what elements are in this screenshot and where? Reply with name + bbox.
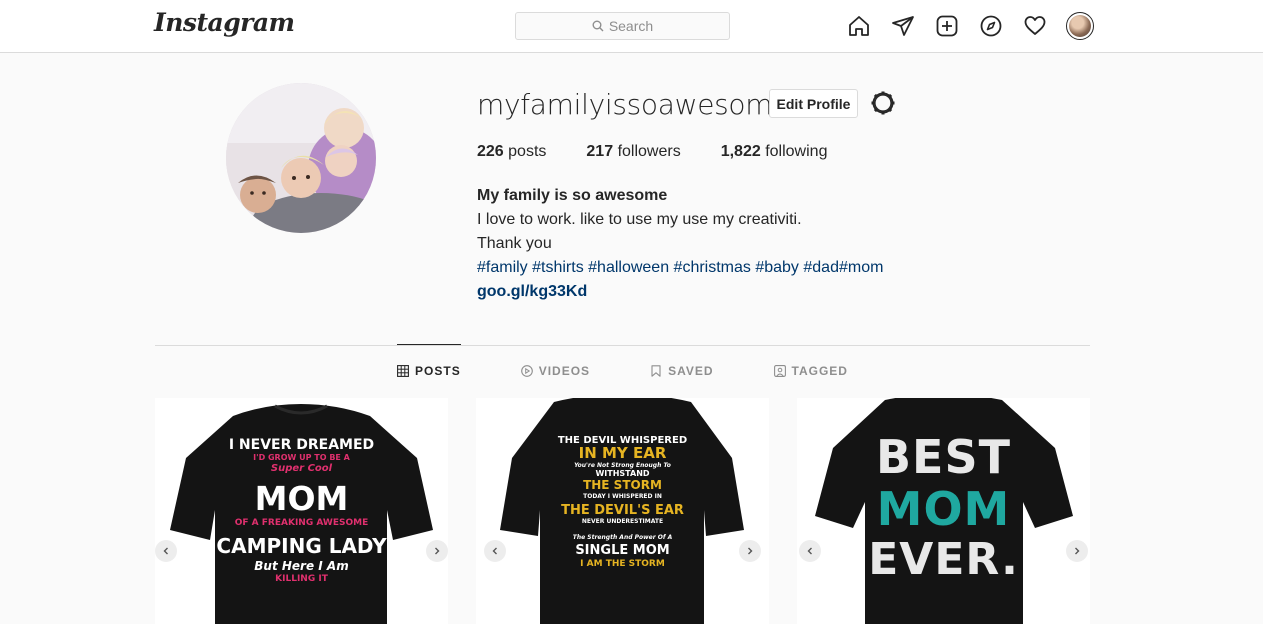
home-button[interactable] (846, 13, 872, 39)
top-navigation-bar: Instagram Search (0, 0, 1263, 53)
bio-website-link[interactable]: goo.gl/kg33Kd (477, 280, 883, 304)
tab-tagged[interactable]: TAGGED (773, 344, 848, 397)
shirt-text-line: MOM (254, 479, 349, 518)
tab-tagged-label: TAGGED (791, 364, 848, 378)
paper-plane-icon (892, 16, 914, 36)
search-icon (592, 20, 604, 32)
nav-icons (846, 12, 1094, 40)
shirt-text-line: I NEVER DREAMED (228, 437, 375, 453)
shirt-text-line: THE DEVIL'S EAR (561, 503, 684, 518)
shirt-text-line: THE STORM (583, 478, 662, 492)
shirt-text-line: MOM (876, 482, 1011, 536)
bio-full-name: My family is so awesome (477, 187, 668, 204)
settings-gear-icon[interactable] (870, 90, 896, 116)
search-placeholder: Search (608, 18, 654, 34)
carousel-next-button[interactable] (1066, 540, 1088, 562)
profile-photo[interactable] (226, 83, 376, 233)
posts-count-label: posts (508, 143, 547, 160)
bio-hashtags[interactable]: #family #tshirts #halloween #christmas #… (477, 256, 883, 280)
chevron-left-icon (492, 547, 497, 555)
direct-messages-button[interactable] (890, 13, 916, 39)
posts-count-number: 226 (477, 143, 504, 160)
chevron-right-icon (748, 547, 753, 555)
following-link[interactable]: 1,822 following (721, 143, 828, 161)
tab-videos[interactable]: VIDEOS (520, 344, 591, 397)
chevron-left-icon (163, 547, 168, 555)
shirt-text-line: IN MY EAR (578, 444, 667, 462)
compass-icon (980, 15, 1002, 37)
shirt-text-line: I AM THE STORM (580, 559, 665, 569)
carousel-prev-button[interactable] (155, 540, 177, 562)
followers-count-label: followers (617, 143, 681, 160)
tab-videos-label: VIDEOS (538, 364, 591, 378)
following-count-label: following (765, 143, 828, 160)
carousel-next-button[interactable] (739, 540, 761, 562)
shirt-text-line: SINGLE MOM (575, 543, 670, 558)
home-icon (849, 16, 869, 36)
profile-stats: 226 posts 217 followers 1,822 following (477, 143, 827, 161)
profile-username: myfamilyissoawesome7 (477, 88, 807, 121)
tab-posts-label: POSTS (415, 364, 461, 378)
bio-line-1: I love to work. like to use my use my cr… (477, 211, 802, 228)
shirt-text-line: NEVER UNDERESTIMATE (581, 518, 664, 525)
carousel-next-button[interactable] (426, 540, 448, 562)
explore-button[interactable] (978, 13, 1004, 39)
profile-avatar-button[interactable] (1066, 12, 1094, 40)
shirt-text-line: But Here I Am (254, 559, 349, 573)
tab-posts[interactable]: POSTS (397, 344, 461, 397)
avatar (1069, 15, 1091, 37)
new-post-button[interactable] (934, 13, 960, 39)
tagged-icon (773, 365, 786, 377)
activity-button[interactable] (1022, 13, 1048, 39)
plus-square-icon (936, 15, 958, 37)
shirt-text-line: I'D GROW UP TO BE A (253, 453, 350, 462)
posts-count: 226 posts (477, 143, 546, 161)
play-icon (520, 365, 533, 377)
shirt-text-line: TODAY I WHISPERED IN (583, 493, 662, 500)
shirt-text-line: CAMPING LADY (216, 534, 387, 558)
search-input[interactable]: Search (515, 12, 730, 40)
carousel-prev-button[interactable] (484, 540, 506, 562)
post-tile-1[interactable]: I NEVER DREAMED I'D GROW UP TO BE A Supe… (155, 398, 448, 624)
shirt-text-line: BEST (876, 430, 1011, 484)
following-count-number: 1,822 (720, 143, 761, 160)
carousel-prev-button[interactable] (799, 540, 821, 562)
profile-photo-image (226, 83, 376, 233)
shirt-text-line: The Strength And Power Of A (572, 534, 673, 541)
bio-line-2: Thank you (477, 235, 552, 252)
chevron-right-icon (1075, 547, 1080, 555)
instagram-logo[interactable]: Instagram (154, 8, 295, 37)
profile-bio: My family is so awesome I love to work. … (477, 184, 883, 304)
tab-saved-label: SAVED (668, 364, 714, 378)
shirt-text-line: OF A FREAKING AWESOME (234, 518, 369, 528)
post-tile-2[interactable]: THE DEVIL WHISPERED IN MY EAR You're Not… (476, 398, 769, 624)
grid-icon (397, 365, 409, 377)
tab-saved[interactable]: SAVED (650, 344, 713, 397)
profile-tabs: POSTS VIDEOS SAVED TAGGED (155, 344, 1090, 398)
chevron-left-icon (807, 547, 812, 555)
bookmark-icon (651, 365, 661, 377)
edit-profile-button[interactable]: Edit Profile (769, 89, 858, 118)
shirt-text-line: KILLING IT (275, 574, 328, 584)
heart-icon (1024, 16, 1046, 35)
shirt-text-line: Super Cool (270, 463, 333, 474)
chevron-right-icon (435, 547, 440, 555)
followers-link[interactable]: 217 followers (586, 143, 680, 161)
shirt-text-line: WITHSTAND (595, 469, 650, 478)
followers-count-number: 217 (586, 143, 614, 160)
shirt-text-line: EVER. (868, 534, 1019, 585)
post-tile-3[interactable]: BEST MOM EVER. (797, 398, 1090, 624)
